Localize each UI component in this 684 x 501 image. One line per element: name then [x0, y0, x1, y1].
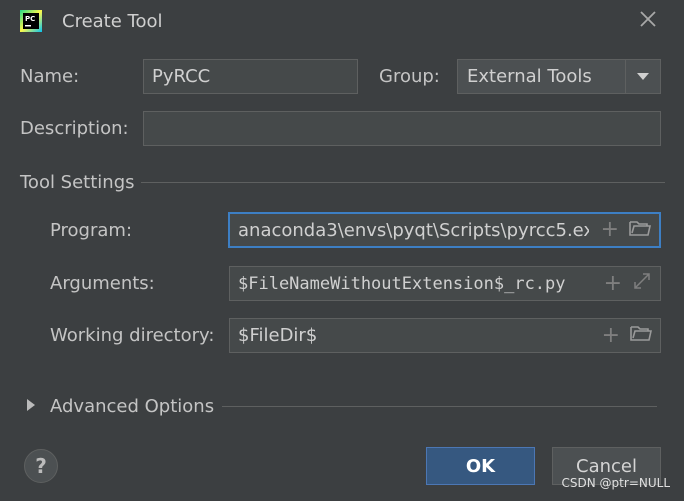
program-label: Program:: [50, 220, 133, 241]
name-label: Name:: [20, 66, 80, 87]
group-label: Group:: [379, 66, 440, 87]
arguments-input-value: $FileNameWithoutExtension$_rc.py: [238, 273, 566, 294]
program-input[interactable]: anaconda3\envs\pyqt\Scripts\pyrcc5.exe +: [228, 212, 661, 248]
description-label: Description:: [20, 118, 129, 139]
plus-icon[interactable]: +: [604, 272, 622, 295]
name-input[interactable]: PyRCC: [143, 59, 358, 94]
plus-icon[interactable]: +: [601, 219, 619, 241]
ok-button[interactable]: OK: [426, 447, 535, 485]
triangle-right-icon[interactable]: [26, 397, 38, 413]
chevron-down-icon[interactable]: [625, 60, 660, 93]
dialog-title: Create Tool: [62, 11, 163, 32]
folder-icon[interactable]: [630, 324, 652, 347]
working-directory-input[interactable]: $FileDir$ +: [229, 318, 661, 353]
working-directory-label: Working directory:: [50, 325, 215, 346]
program-input-value: anaconda3\envs\pyqt\Scripts\pyrcc5.exe: [238, 219, 589, 241]
name-input-value: PyRCC: [152, 66, 211, 87]
svg-text:PC: PC: [25, 15, 35, 23]
advanced-options-divider: [222, 406, 657, 407]
close-icon[interactable]: [637, 10, 659, 32]
tool-settings-heading: Tool Settings: [20, 172, 135, 193]
advanced-options-toggle[interactable]: Advanced Options: [50, 396, 214, 417]
pycharm-app-icon: PC: [20, 10, 42, 32]
expand-icon[interactable]: [632, 271, 652, 296]
help-icon[interactable]: ?: [24, 449, 58, 483]
working-directory-input-value: $FileDir$: [238, 325, 318, 346]
tool-settings-divider: [141, 182, 665, 183]
arguments-input[interactable]: $FileNameWithoutExtension$_rc.py +: [229, 266, 661, 301]
folder-icon[interactable]: [629, 219, 651, 242]
group-dropdown-value: External Tools: [467, 66, 592, 87]
description-input[interactable]: [143, 111, 661, 146]
title-bar: PC Create Tool: [0, 0, 684, 44]
plus-icon[interactable]: +: [602, 324, 620, 347]
watermark-text: CSDN @ptr=NULL: [561, 476, 670, 490]
group-dropdown[interactable]: External Tools: [457, 59, 661, 94]
arguments-label: Arguments:: [50, 273, 155, 294]
